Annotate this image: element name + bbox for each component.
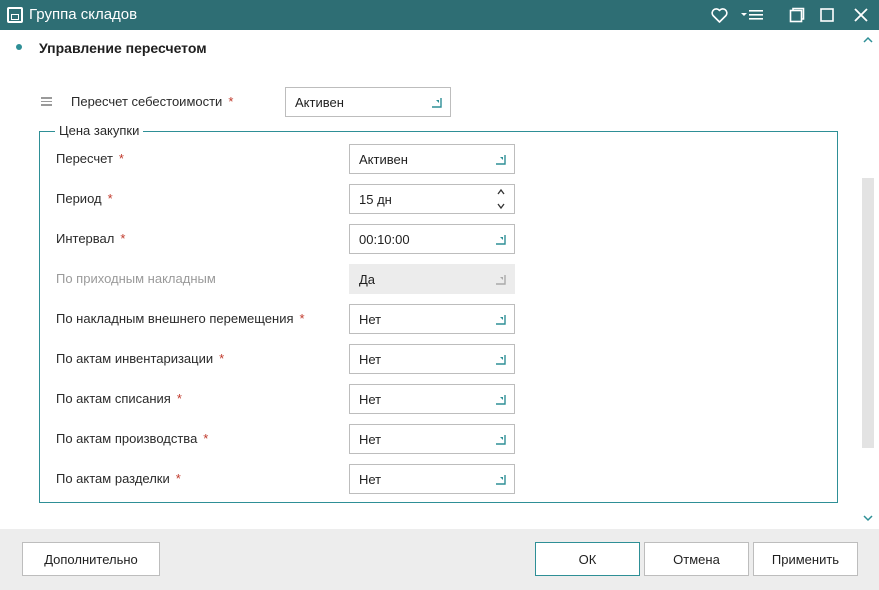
external-transfer-label: По накладным внешнего перемещения * xyxy=(56,311,305,326)
inventory-acts-select[interactable]: Нет xyxy=(349,344,515,374)
stepper-up-icon[interactable] xyxy=(496,188,506,196)
cost-recalc-label: Пересчет себестоимости * xyxy=(71,94,234,109)
cost-recalc-select[interactable]: Активен xyxy=(285,87,451,117)
chevron-menu-icon[interactable] xyxy=(738,0,766,30)
main-content: Управление пересчетом Пересчет себестоим… xyxy=(0,30,879,529)
stepper-down-icon[interactable] xyxy=(496,202,506,210)
scroll-down-icon[interactable] xyxy=(862,514,874,524)
recalc-label: Пересчет * xyxy=(56,151,124,166)
app-icon xyxy=(7,7,23,23)
dropdown-icon xyxy=(496,275,506,285)
writeoff-acts-label: По актам списания * xyxy=(56,391,182,406)
maximize-icon[interactable] xyxy=(816,0,838,30)
cutting-acts-label: По актам разделки * xyxy=(56,471,181,486)
window-title: Группа складов xyxy=(29,6,138,23)
footer-bar: Дополнительно ОК Отмена Применить xyxy=(0,529,879,590)
dropdown-icon xyxy=(496,235,506,245)
production-acts-select[interactable]: Нет xyxy=(349,424,515,454)
ok-button[interactable]: ОК xyxy=(535,542,640,576)
writeoff-acts-select[interactable]: Нет xyxy=(349,384,515,414)
interval-select[interactable]: 00:10:00 xyxy=(349,224,515,254)
section-bullet xyxy=(16,44,22,50)
cutting-acts-select[interactable]: Нет xyxy=(349,464,515,494)
inventory-acts-label: По актам инвентаризации * xyxy=(56,351,225,366)
dropdown-icon xyxy=(496,155,506,165)
dropdown-icon xyxy=(432,98,442,108)
apply-button[interactable]: Применить xyxy=(753,542,858,576)
purchase-price-legend: Цена закупки xyxy=(55,124,144,138)
close-icon[interactable] xyxy=(850,0,872,30)
dropdown-icon xyxy=(496,315,506,325)
title-bar: Группа складов xyxy=(0,0,879,30)
scrollbar-thumb[interactable] xyxy=(862,178,874,448)
restore-icon[interactable] xyxy=(786,0,808,30)
external-transfer-select[interactable]: Нет xyxy=(349,304,515,334)
incoming-invoices-label: По приходным накладным xyxy=(56,271,216,286)
drag-handle-icon[interactable] xyxy=(41,97,52,106)
scroll-up-icon[interactable] xyxy=(862,36,874,46)
production-acts-label: По актам производства * xyxy=(56,431,209,446)
period-label: Период * xyxy=(56,191,113,206)
interval-label: Интервал * xyxy=(56,231,126,246)
recalc-select[interactable]: Активен xyxy=(349,144,515,174)
period-stepper[interactable]: 15 дн xyxy=(349,184,515,214)
heart-icon[interactable] xyxy=(708,0,730,30)
section-title: Управление пересчетом xyxy=(39,40,207,56)
dropdown-icon xyxy=(496,475,506,485)
cancel-button[interactable]: Отмена xyxy=(644,542,749,576)
dropdown-icon xyxy=(496,435,506,445)
incoming-invoices-select: Да xyxy=(349,264,515,294)
dropdown-icon xyxy=(496,395,506,405)
dropdown-icon xyxy=(496,355,506,365)
more-button[interactable]: Дополнительно xyxy=(22,542,160,576)
